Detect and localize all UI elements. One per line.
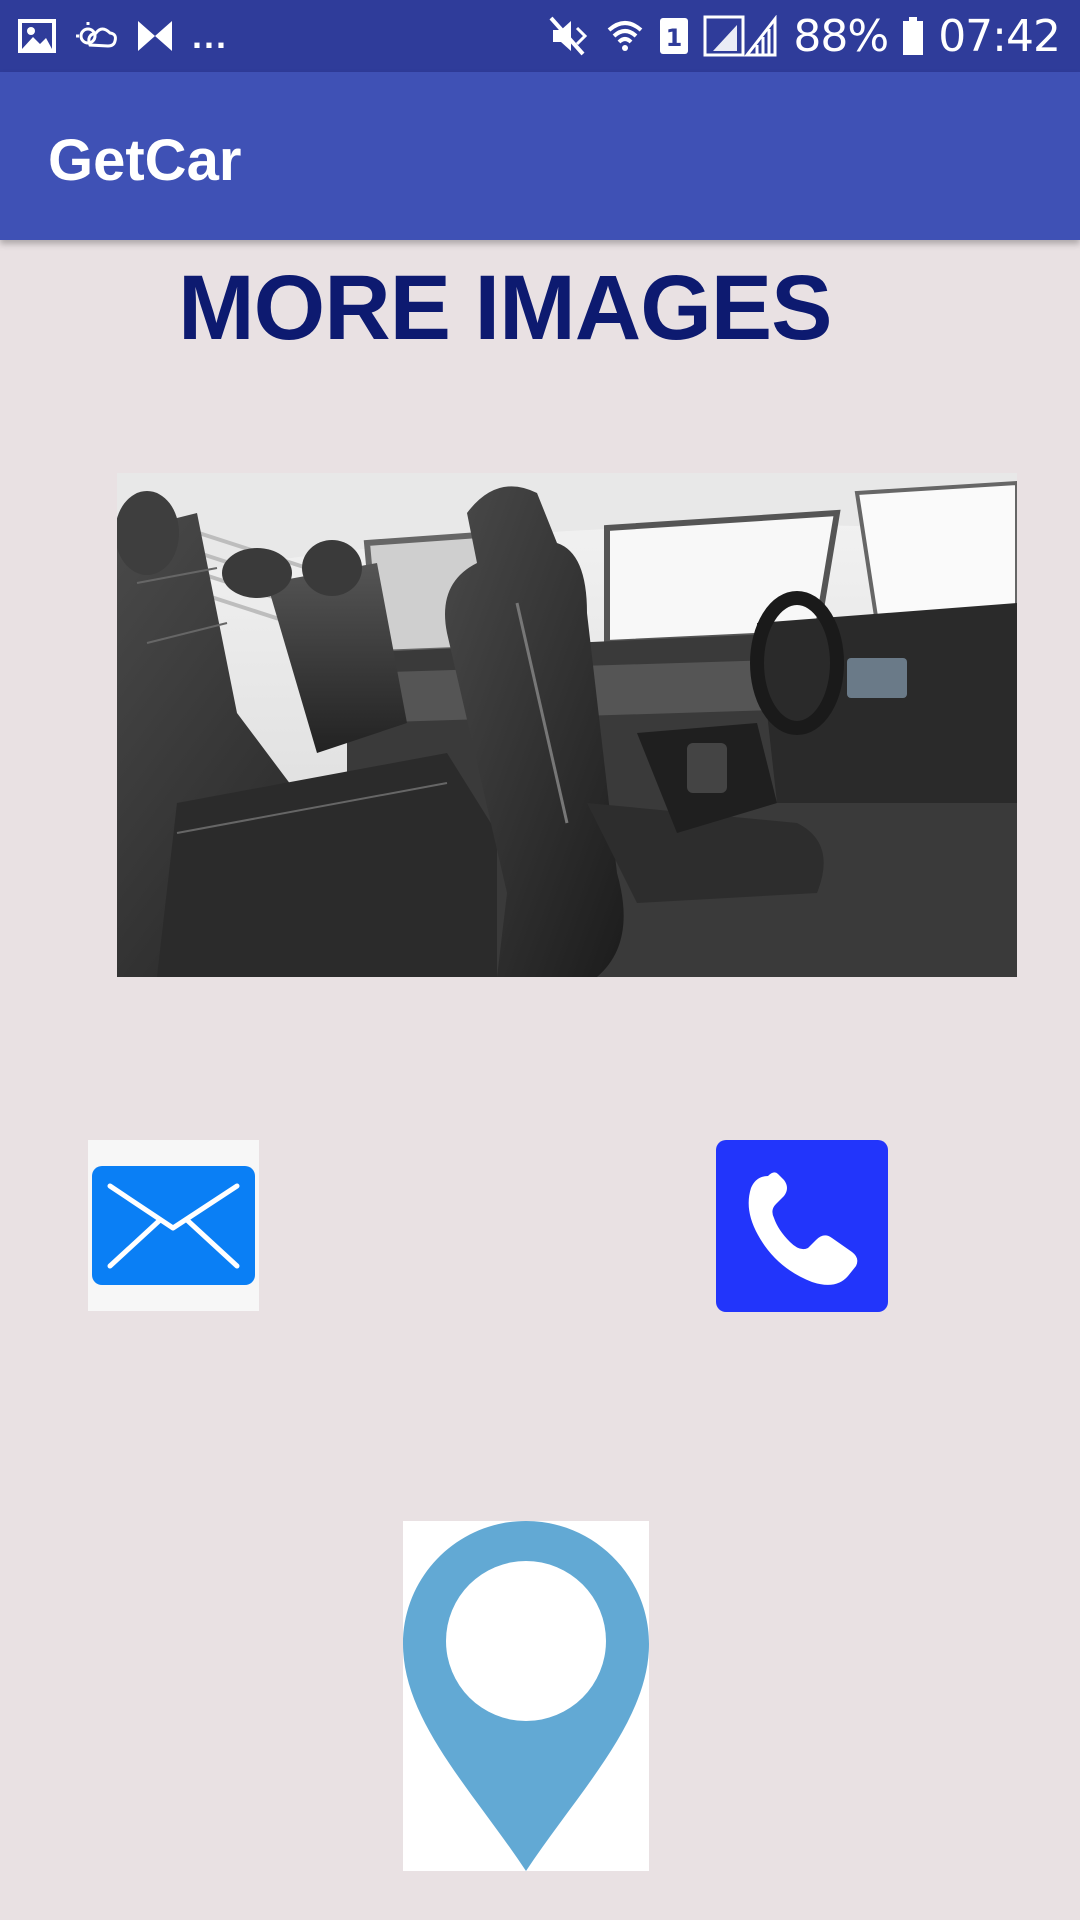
status-right-icons: 1 88% 07:42 bbox=[549, 10, 1061, 62]
call-button[interactable] bbox=[716, 1140, 888, 1312]
app-title: GetCar bbox=[48, 128, 242, 193]
app-icon bbox=[136, 19, 174, 53]
overflow-indicator: ... bbox=[192, 15, 229, 56]
signal-icon bbox=[703, 15, 779, 57]
battery-percent: 88% bbox=[793, 10, 889, 62]
wifi-icon bbox=[605, 16, 645, 56]
status-bar: ... 1 88% 07:42 bbox=[0, 0, 1080, 72]
clock: 07:42 bbox=[938, 10, 1061, 62]
page-heading: MORE IMAGES bbox=[178, 257, 832, 359]
email-icon bbox=[92, 1166, 255, 1285]
mute-icon bbox=[549, 16, 591, 56]
email-button[interactable] bbox=[88, 1140, 259, 1311]
sim-icon: 1 bbox=[659, 17, 689, 55]
image-icon bbox=[18, 19, 56, 53]
weather-icon bbox=[74, 19, 118, 53]
app-bar: GetCar bbox=[0, 72, 1080, 240]
car-interior-image bbox=[117, 473, 1017, 977]
phone-icon bbox=[748, 1172, 858, 1285]
battery-icon bbox=[902, 16, 924, 56]
location-pin-icon bbox=[403, 1521, 649, 1871]
sim-slot-label: 1 bbox=[666, 24, 683, 52]
location-button[interactable] bbox=[403, 1521, 649, 1871]
status-left-icons: ... bbox=[18, 12, 228, 60]
